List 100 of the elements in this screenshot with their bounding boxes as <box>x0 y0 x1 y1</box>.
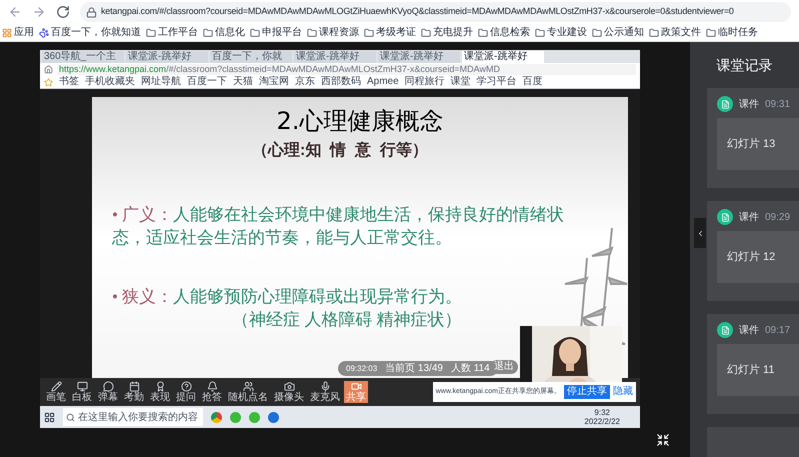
home-icon[interactable] <box>44 65 53 74</box>
question-icon <box>180 381 192 392</box>
bookmark-item[interactable]: 学习平台 <box>476 76 517 88</box>
slide-bullet: • 狭义：人能够预防心理障碍或出现异常行为。 <box>112 286 464 308</box>
toolbar-button[interactable]: 白板 <box>70 381 94 403</box>
bookmark-item[interactable]: 天猫 <box>233 76 253 88</box>
folder-icon <box>706 28 716 38</box>
toolbar-button[interactable]: 麦克风 <box>308 381 342 403</box>
record-card[interactable]: 课件 09:17 幻灯片 11 <box>707 314 799 414</box>
board-icon <box>76 381 88 392</box>
bookmark-item[interactable]: 信息化 <box>203 25 245 40</box>
bookmark-item[interactable]: 课堂 <box>450 76 471 88</box>
toolbar-button[interactable]: 画笔 <box>44 381 68 403</box>
forward-icon[interactable] <box>32 5 46 19</box>
calendar-icon <box>128 381 140 392</box>
inner-address-bar[interactable]: https://www.ketangpai.com/#/classroom?classtimeid=MDAwMDAwMDAwMLOstZmH37-x&courseid=MDAwMD <box>57 64 636 75</box>
bookmark-item[interactable]: Apmee <box>367 76 399 88</box>
hide-link[interactable]: 隐藏 <box>613 385 633 399</box>
danmu-icon <box>102 381 114 392</box>
bookmark-item[interactable]: 手机收藏夹 <box>85 76 135 88</box>
file-icon <box>717 322 733 338</box>
browser-tab[interactable]: 课堂派-跳举好 <box>294 50 376 62</box>
bookmark-item[interactable]: 考级考证 <box>364 25 416 40</box>
record-card[interactable]: 课件 09:29 幻灯片 12 <box>707 201 799 301</box>
bookmark-item[interactable]: 公示通知 <box>592 25 644 40</box>
bookmark-item[interactable]: 临时任务 <box>706 25 758 40</box>
pen-icon <box>50 381 62 392</box>
star-icon <box>44 78 53 86</box>
toolbar-button[interactable]: 弹幕 <box>96 381 120 403</box>
back-icon[interactable] <box>8 5 22 19</box>
stop-share-button[interactable]: 停止共享 <box>564 385 610 399</box>
record-card[interactable]: 课件 09:31 幻灯片 13 <box>707 88 799 188</box>
folder-icon <box>478 28 488 38</box>
address-bar[interactable]: ketangpai.com/#/classroom?courseid=MDAwMDAwMDAwMLOGtZiHuaewhKVyoQ&classtimeid=MDAwMDAwMDAwMLOstZmH37-x&courserole=0&studentviewer=0 <box>80 2 791 22</box>
browser-tab[interactable]: 百度一下，你就 <box>210 50 292 62</box>
slide-note: （神经症 人格障碍 精神症状） <box>231 309 462 331</box>
folder-icon <box>307 28 317 38</box>
slide-thumbnail[interactable]: 幻灯片 13 <box>717 118 799 170</box>
bookmark-item[interactable]: 课程资源 <box>307 25 359 40</box>
file-icon <box>717 209 733 225</box>
collapse-icon[interactable] <box>656 433 670 447</box>
panel-title: 课堂记录 <box>716 56 772 74</box>
bookmark-item[interactable]: 政策文件 <box>649 25 701 40</box>
paw-icon <box>39 28 49 38</box>
taskbar-date: 2022/2/22 <box>584 417 620 426</box>
slide-bullet: • 广义：人能够在社会环境中健康地生活，保持良好的情绪状态，适应社会生活的节奏，能与人正常交往。 <box>112 204 566 249</box>
record-time: 09:31 <box>765 98 790 112</box>
slide-title: 2.心理健康概念 <box>276 106 444 137</box>
slide-thumbnail[interactable]: 幻灯片 11 <box>717 344 799 396</box>
start-icon[interactable] <box>44 412 55 422</box>
bell-icon <box>206 381 218 392</box>
toolbar-button[interactable]: 表现 <box>148 381 172 403</box>
people-text: 人数 114 <box>450 362 490 376</box>
bookmark-item[interactable]: 书签 <box>59 76 79 88</box>
folder-icon <box>421 28 431 38</box>
browser-tab[interactable]: 课堂派-跳举好 <box>126 50 208 62</box>
clock-text: 09:32:03 <box>346 362 378 374</box>
url-text: ketangpai.com/#/classroom?courseid=MDAwMDAwMDAwMLOGtZiHuaewhKVyoQ&classtimeid=MDAwMDAwMDAwMLOstZmH37-x&courserole=0&studentviewer=0 <box>101 5 734 18</box>
random-icon <box>242 381 254 392</box>
record-type: 课件 <box>739 98 759 112</box>
folder-icon <box>592 28 602 38</box>
toolbar-button[interactable]: 随机点名 <box>226 381 270 403</box>
lock-icon <box>86 6 97 18</box>
record-type: 课件 <box>739 324 759 338</box>
toolbar-button[interactable]: 摄像头 <box>272 381 306 403</box>
record-time: 09:17 <box>765 324 790 338</box>
toolbar-button[interactable]: 考勤 <box>122 381 146 403</box>
folder-icon <box>250 28 260 38</box>
browser-tab[interactable]: 360导航_一个主 <box>42 50 124 62</box>
bookmark-item[interactable]: 百度一下，你就知道 <box>39 25 141 40</box>
bookmark-item[interactable]: 同程旅行 <box>404 76 445 88</box>
record-type: 课件 <box>739 210 759 224</box>
medal-icon <box>154 381 166 392</box>
share-icon <box>350 381 362 392</box>
mic-icon <box>320 381 330 392</box>
folder-icon <box>535 28 545 38</box>
page-text: 当前页 13/49 <box>385 362 443 376</box>
bookmark-item[interactable]: 工作平台 <box>146 25 198 40</box>
browser-tab[interactable]: 课堂派-跳举好 <box>462 50 544 62</box>
folder-icon <box>649 28 659 38</box>
panel-toggle[interactable] <box>694 218 706 248</box>
bookmark-item[interactable]: 申报平台 <box>250 25 302 40</box>
folder-icon <box>146 28 156 38</box>
bookmark-item[interactable]: 信息检索 <box>478 25 530 40</box>
record-time: 09:29 <box>765 210 790 224</box>
toolbar-button[interactable]: 抢答 <box>200 381 224 403</box>
browser-tab[interactable]: 课堂派-跳举好 <box>378 50 460 62</box>
apps-icon <box>2 28 12 38</box>
slide-subtitle: （心理:知 情 意 行等） <box>252 140 428 161</box>
bookmark-item[interactable]: 专业建设 <box>535 25 587 40</box>
taskbar-time: 9:32 <box>594 408 610 417</box>
camera-icon <box>284 381 294 392</box>
bookmark-item[interactable]: 应用 <box>2 25 34 40</box>
slide-thumbnail[interactable]: 幻灯片 12 <box>717 231 799 283</box>
file-icon <box>717 96 733 112</box>
bookmark-item[interactable]: 充电提升 <box>421 25 473 40</box>
reload-icon[interactable] <box>56 5 70 19</box>
taskbar-search-field[interactable]: 在这里输入你要搜索的内容 <box>63 408 203 426</box>
toolbar-button[interactable]: 提问 <box>174 381 198 403</box>
folder-icon <box>364 28 374 38</box>
